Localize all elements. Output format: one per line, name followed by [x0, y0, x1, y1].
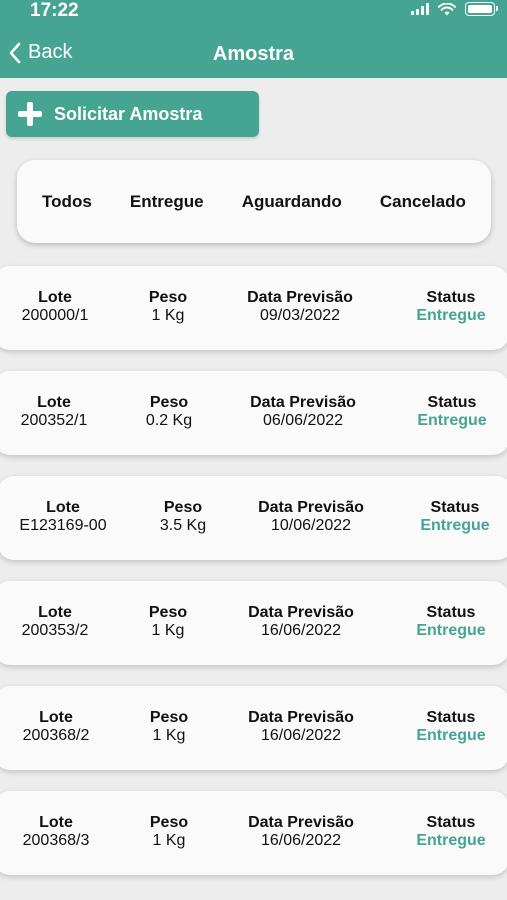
lote-value: 200353/2 — [21, 622, 89, 639]
peso-column: Peso 1 Kg — [149, 289, 187, 325]
status-time: 17:22 — [30, 0, 79, 21]
request-sample-label: Solicitar Amostra — [54, 103, 203, 124]
lote-header: Lote — [39, 814, 73, 831]
status-header: Status — [426, 604, 476, 621]
lote-value: 200368/3 — [22, 832, 90, 849]
peso-header: Peso — [149, 394, 189, 411]
peso-value: 1 Kg — [151, 622, 185, 639]
data-header: Data Previsão — [248, 709, 354, 726]
data-column: Data Previsão 16/06/2022 — [248, 814, 354, 850]
sample-card[interactable]: Lote 200000/1 Peso 1 Kg Data Previsão 09… — [0, 266, 507, 350]
status-value: Entregue — [416, 307, 486, 324]
lote-column: Lote E123169-00 — [19, 499, 106, 535]
battery-icon — [465, 2, 498, 16]
status-column: Status Entregue — [420, 499, 489, 535]
peso-header: Peso — [149, 814, 189, 831]
data-value: 16/06/2022 — [260, 622, 342, 639]
data-column: Data Previsão 06/06/2022 — [250, 394, 356, 430]
peso-header: Peso — [148, 289, 188, 306]
data-header: Data Previsão — [250, 394, 356, 411]
peso-header: Peso — [149, 709, 189, 726]
sample-card[interactable]: Lote 200368/3 Peso 1 Kg Data Previsão 16… — [0, 791, 507, 875]
status-value: Entregue — [416, 622, 486, 639]
lote-value: 200352/1 — [20, 412, 88, 429]
data-header: Data Previsão — [258, 499, 364, 516]
plus-icon — [18, 102, 42, 126]
peso-header: Peso — [148, 604, 188, 621]
status-header: Status — [426, 814, 476, 831]
peso-column: Peso 3.5 Kg — [160, 499, 206, 535]
peso-header: Peso — [163, 499, 203, 516]
peso-column: Peso 0.2 Kg — [146, 394, 192, 430]
peso-value: 3.5 Kg — [159, 517, 207, 534]
data-header: Data Previsão — [247, 289, 353, 306]
lote-header: Lote — [39, 709, 73, 726]
lote-header: Lote — [46, 499, 80, 516]
lote-header: Lote — [38, 604, 72, 621]
lote-header: Lote — [37, 394, 71, 411]
status-value: Entregue — [416, 727, 486, 744]
peso-column: Peso 1 Kg — [150, 814, 188, 850]
data-column: Data Previsão 16/06/2022 — [248, 709, 354, 745]
peso-value: 1 Kg — [152, 727, 186, 744]
sample-card[interactable]: Lote 200353/2 Peso 1 Kg Data Previsão 16… — [0, 581, 507, 665]
status-filter-bar: Todos Entregue Aguardando Cancelado — [17, 160, 491, 243]
lote-column: Lote 200352/1 — [21, 394, 88, 430]
status-column: Status Entregue — [416, 814, 485, 850]
status-header: Status — [427, 394, 477, 411]
peso-value: 0.2 Kg — [145, 412, 193, 429]
status-column: Status Entregue — [416, 289, 485, 325]
lote-value: 200368/2 — [22, 727, 90, 744]
lote-value: 200000/1 — [21, 307, 89, 324]
status-column: Status Entregue — [416, 604, 485, 640]
status-column: Status Entregue — [417, 394, 486, 430]
status-header: Status — [430, 499, 480, 516]
status-value: Entregue — [417, 412, 487, 429]
lote-column: Lote 200353/2 — [22, 604, 89, 640]
data-value: 16/06/2022 — [260, 832, 342, 849]
status-value: Entregue — [420, 517, 490, 534]
data-value: 10/06/2022 — [270, 517, 352, 534]
filter-cancelado[interactable]: Cancelado — [380, 192, 466, 212]
peso-column: Peso 1 Kg — [149, 604, 187, 640]
sample-card[interactable]: Lote 200368/2 Peso 1 Kg Data Previsão 16… — [0, 686, 507, 770]
page-title: Amostra — [212, 43, 295, 65]
top-bar: 17:22 Back Amostra — [0, 0, 507, 78]
data-column: Data Previsão 09/03/2022 — [247, 289, 353, 325]
lote-column: Lote 200368/2 — [23, 709, 90, 745]
data-header: Data Previsão — [248, 814, 354, 831]
filter-entregue[interactable]: Entregue — [130, 192, 204, 212]
status-header: Status — [426, 289, 476, 306]
status-header: Status — [426, 709, 476, 726]
filter-aguardando[interactable]: Aguardando — [242, 192, 342, 212]
peso-value: 1 Kg — [152, 832, 186, 849]
sample-card[interactable]: Lote 200352/1 Peso 0.2 Kg Data Previsão … — [0, 371, 507, 455]
peso-value: 1 Kg — [151, 307, 185, 324]
status-icons — [411, 2, 498, 16]
peso-column: Peso 1 Kg — [150, 709, 188, 745]
wifi-icon — [438, 2, 456, 15]
data-header: Data Previsão — [248, 604, 354, 621]
data-column: Data Previsão 16/06/2022 — [248, 604, 354, 640]
lote-column: Lote 200368/3 — [23, 814, 90, 850]
data-value: 06/06/2022 — [262, 412, 344, 429]
data-column: Data Previsão 10/06/2022 — [258, 499, 364, 535]
filter-todos[interactable]: Todos — [42, 192, 92, 212]
signal-icon — [411, 3, 429, 15]
status-value: Entregue — [416, 832, 486, 849]
data-value: 09/03/2022 — [259, 307, 341, 324]
data-value: 16/06/2022 — [260, 727, 342, 744]
status-column: Status Entregue — [416, 709, 485, 745]
lote-value: E123169-00 — [19, 517, 107, 534]
request-sample-button[interactable]: Solicitar Amostra — [6, 91, 259, 137]
lote-column: Lote 200000/1 — [22, 289, 89, 325]
sample-card[interactable]: Lote E123169-00 Peso 3.5 Kg Data Previsã… — [0, 476, 507, 560]
lote-header: Lote — [38, 289, 72, 306]
